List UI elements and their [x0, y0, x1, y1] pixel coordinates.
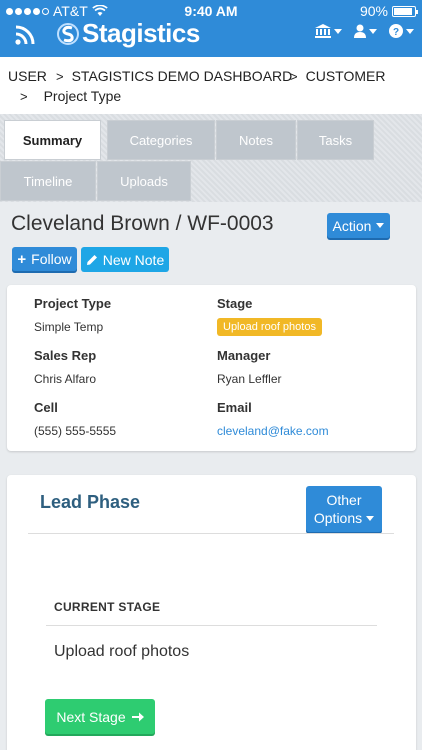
- action-button[interactable]: Action: [327, 213, 390, 238]
- other-options-label-2: Options: [313, 510, 363, 526]
- bank-icon: [315, 24, 331, 38]
- chevron-down-icon: [334, 28, 342, 34]
- tab-categories[interactable]: Categories: [107, 120, 215, 160]
- other-options-label-1: Other: [326, 492, 362, 508]
- svg-text:?: ?: [393, 27, 399, 38]
- stage-label: Stage: [217, 296, 253, 311]
- tab-label: Notes: [239, 132, 273, 148]
- email-link[interactable]: cleveland@fake.com: [217, 424, 329, 438]
- breadcrumb-customer[interactable]: > CUSTOMER: [290, 68, 385, 84]
- project-type-value: Simple Temp: [34, 320, 104, 334]
- arrow-right-icon: [131, 712, 144, 721]
- phase-title: Lead Phase: [40, 492, 141, 512]
- phase-divider: [28, 533, 394, 534]
- tab-label: Summary: [22, 132, 83, 148]
- tab-label: Tasks: [318, 132, 353, 148]
- breadcrumb-label: CUSTOMER: [305, 68, 386, 84]
- navbar: Stagistics ?: [0, 18, 422, 57]
- tab-notes[interactable]: Notes: [216, 120, 296, 160]
- logo-mark-icon: [57, 22, 79, 45]
- breadcrumb-current: > Project Type: [20, 88, 121, 104]
- chevron-down-icon: [376, 223, 385, 228]
- project-type-label: Project Type: [34, 296, 112, 311]
- email-label: Email: [217, 400, 252, 415]
- tab-tasks[interactable]: Tasks: [297, 120, 374, 160]
- tab-label: Uploads: [120, 173, 168, 189]
- app-logo[interactable]: Stagistics: [56, 18, 200, 49]
- stage-divider: [46, 625, 377, 626]
- action-label: Action: [332, 217, 372, 234]
- user-menu-button[interactable]: [354, 24, 377, 38]
- sales-rep-value: Chris Alfaro: [34, 372, 97, 386]
- breadcrumb-label: Project Type: [43, 88, 122, 104]
- cell-label: Cell: [34, 400, 58, 415]
- current-stage-value: Upload roof photos: [54, 643, 190, 660]
- breadcrumb-dashboard[interactable]: > STAGISTICS DEMO DASHBOARD: [56, 68, 292, 84]
- follow-label: Follow: [31, 251, 72, 267]
- other-options-button[interactable]: Other Options: [306, 486, 382, 532]
- tab-label: Categories: [129, 132, 193, 148]
- battery-percent: 90%: [359, 3, 388, 19]
- app-header: AT&T 9:40 AM 90% Stagistics ?: [0, 0, 422, 57]
- chevron-down-icon: [366, 515, 375, 521]
- help-icon: ?: [389, 24, 403, 38]
- bank-menu-button[interactable]: [315, 24, 342, 38]
- rss-icon[interactable]: [14, 24, 36, 46]
- pencil-icon: [86, 254, 97, 265]
- current-stage-label: CURRENT STAGE: [54, 600, 161, 614]
- new-note-button[interactable]: New Note: [81, 247, 169, 272]
- logo-text: Stagistics: [82, 18, 200, 48]
- page-title: Cleveland Brown / WF-0003: [11, 212, 274, 235]
- breadcrumb-label: STAGISTICS DEMO DASHBOARD: [71, 68, 293, 84]
- tab-summary[interactable]: Summary: [4, 120, 101, 160]
- tab-label: Timeline: [23, 173, 73, 189]
- sales-rep-label: Sales Rep: [34, 348, 97, 363]
- breadcrumb-separator: >: [20, 88, 28, 104]
- new-note-label: New Note: [102, 251, 165, 268]
- tab-uploads[interactable]: Uploads: [97, 161, 191, 201]
- manager-value: Ryan Leffler: [217, 372, 282, 386]
- plus-icon: +: [17, 250, 27, 268]
- breadcrumb: USER > STAGISTICS DEMO DASHBOARD > CUSTO…: [0, 57, 422, 114]
- stage-badge: Upload roof photos: [217, 318, 322, 336]
- chevron-down-icon: [406, 28, 414, 34]
- tab-bar: Summary Categories Notes Tasks Timeline …: [0, 114, 422, 202]
- chevron-down-icon: [369, 28, 377, 34]
- help-menu-button[interactable]: ?: [389, 24, 414, 38]
- breadcrumb-separator: >: [290, 68, 298, 84]
- user-icon: [354, 24, 366, 38]
- next-stage-button[interactable]: Next Stage: [45, 699, 155, 734]
- breadcrumb-separator: >: [56, 68, 64, 84]
- status-time: 9:40 AM: [184, 3, 238, 19]
- manager-label: Manager: [217, 348, 271, 363]
- cell-value[interactable]: (555) 555-5555: [34, 424, 116, 438]
- breadcrumb-user[interactable]: USER: [8, 68, 47, 84]
- breadcrumb-label: USER: [8, 68, 47, 84]
- tab-timeline[interactable]: Timeline: [0, 161, 96, 201]
- next-stage-label: Next Stage: [56, 708, 126, 725]
- follow-button[interactable]: + Follow: [12, 247, 77, 271]
- battery-icon: [392, 5, 418, 17]
